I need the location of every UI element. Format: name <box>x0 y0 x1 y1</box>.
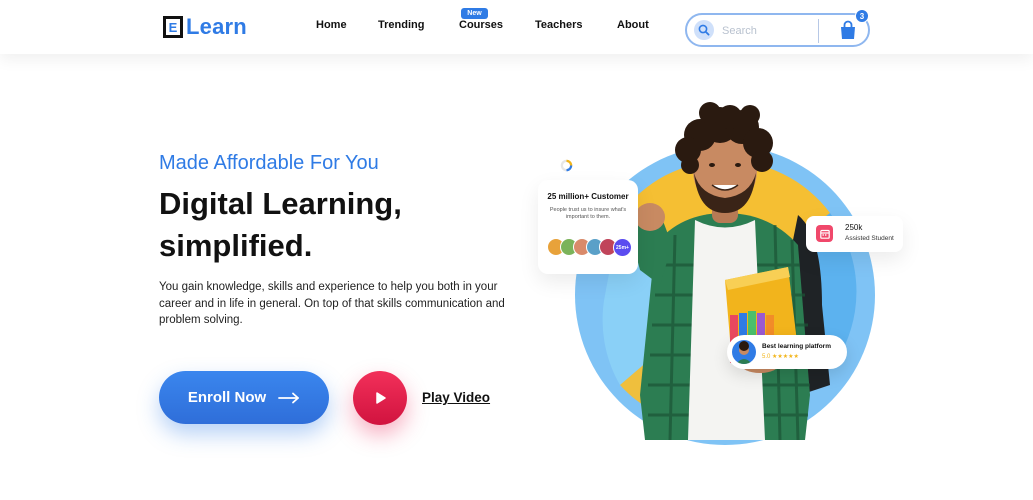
nav-about[interactable]: About <box>617 19 649 31</box>
main-nav: Home Trending Courses Teachers About <box>0 19 1033 33</box>
students-label: Assisted Student <box>845 235 894 242</box>
platform-rating: 5.0 ★★★★★ <box>762 353 799 360</box>
shopping-bag-icon[interactable] <box>839 20 857 40</box>
hero-description: You gain knowledge, skills and experienc… <box>159 281 505 326</box>
students-count: 250k <box>845 223 863 232</box>
search-input[interactable] <box>722 23 812 39</box>
customers-card: 25 million+ Customer People trust us to … <box>538 180 638 274</box>
platform-title: Best learning platform <box>762 343 831 350</box>
rating-value: 5.0 <box>762 354 771 360</box>
new-badge: New <box>461 8 488 19</box>
arrow-right-icon <box>278 392 300 403</box>
headline-line-1: Digital Learning, <box>159 186 402 221</box>
hero-eyebrow: Made Affordable For You <box>159 152 379 174</box>
customers-title: 25 million+ Customer <box>547 192 629 201</box>
customers-subtitle: People trust us to insure what's importa… <box>549 207 627 220</box>
star-icons: ★★★★★ <box>772 354 799 360</box>
loading-ring-icon <box>560 159 573 172</box>
search-bar <box>685 13 870 47</box>
nav-home[interactable]: Home <box>316 19 347 31</box>
platform-rating-card: Best learning platform 5.0 ★★★★★ <box>727 335 847 369</box>
student-figure <box>634 102 830 441</box>
nav-courses[interactable]: Courses <box>459 19 503 31</box>
students-card: 250k Assisted Student <box>806 216 903 252</box>
play-video-button[interactable] <box>353 371 407 425</box>
play-icon <box>376 392 386 404</box>
nav-teachers[interactable]: Teachers <box>535 19 583 31</box>
search-divider <box>818 19 819 43</box>
search-icon[interactable] <box>694 20 714 40</box>
enroll-label: Enroll Now <box>187 389 267 406</box>
enroll-now-button[interactable]: Enroll Now <box>159 371 329 424</box>
cart-count-badge: 3 <box>855 9 869 23</box>
nav-trending[interactable]: Trending <box>378 19 424 31</box>
hero-headline: Digital Learning, simplified. <box>159 183 489 267</box>
avatar <box>732 340 756 364</box>
play-video-link[interactable]: Play Video <box>422 390 490 405</box>
calendar-icon <box>816 225 833 242</box>
headline-line-2: simplified. <box>159 228 313 263</box>
more-customers-badge: 25m+ <box>613 238 632 257</box>
customer-avatars: 25m+ <box>547 238 632 258</box>
top-navbar: E Learn Home Trending Courses Teachers A… <box>0 0 1033 54</box>
